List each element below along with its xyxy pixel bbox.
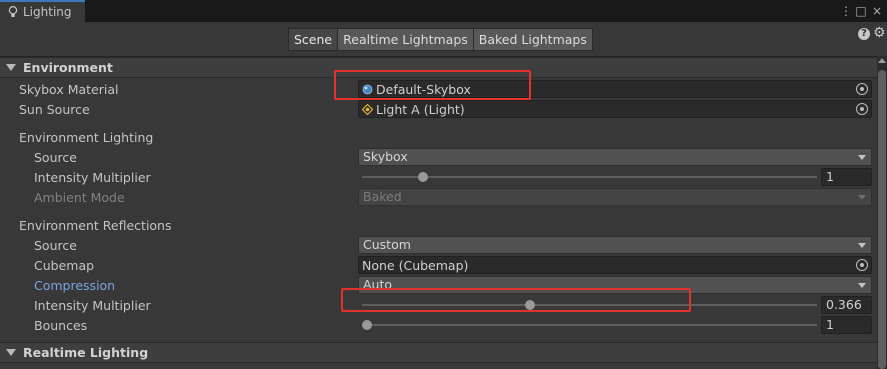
environment-reflections-label: Environment Reflections — [19, 218, 172, 233]
reflections-intensity-input[interactable]: 0.366 — [821, 296, 872, 314]
lighting-window-tab[interactable]: Lighting — [0, 0, 85, 22]
tab-baked-lightmaps[interactable]: Baked Lightmaps — [472, 28, 593, 51]
reflections-source-dropdown[interactable]: Custom — [358, 236, 872, 254]
compression-label: Compression — [34, 278, 116, 293]
realtime-lighting-section-header[interactable]: Realtime Lighting — [0, 342, 877, 363]
lighting-toolbar: Scene Realtime Lightmaps Baked Lightmaps… — [0, 22, 887, 56]
ambient-mode-label: Ambient Mode — [34, 190, 125, 205]
maximize-icon[interactable]: □ — [853, 3, 869, 19]
chevron-down-icon — [858, 243, 866, 248]
window-titlebar: Lighting ⋮ □ × — [0, 0, 887, 22]
chevron-down-icon — [858, 195, 866, 200]
object-picker-icon[interactable] — [856, 83, 868, 95]
sun-source-value: Light A (Light) — [376, 101, 465, 117]
help-icon[interactable]: ? — [858, 28, 870, 40]
environment-section-title: Environment — [23, 60, 113, 75]
bounces-slider[interactable] — [362, 324, 817, 326]
highlight-box-skybox — [334, 70, 531, 100]
chevron-down-icon — [858, 155, 866, 160]
tab-realtime-lightmaps[interactable]: Realtime Lightmaps — [337, 28, 474, 51]
environment-lighting-label: Environment Lighting — [19, 130, 154, 145]
ambient-mode-dropdown: Baked — [358, 188, 872, 206]
lighting-source-label: Source — [34, 150, 77, 165]
lighting-source-value: Skybox — [363, 149, 408, 164]
foldout-arrow-icon — [6, 349, 16, 356]
chevron-down-icon — [858, 283, 866, 288]
object-picker-icon[interactable] — [856, 103, 868, 115]
cubemap-field[interactable]: None (Cubemap) — [358, 256, 872, 274]
scrollbar[interactable] — [877, 56, 887, 369]
lighting-intensity-slider[interactable] — [362, 176, 817, 178]
sun-source-label: Sun Source — [19, 102, 90, 117]
lightbulb-icon — [8, 6, 18, 17]
lighting-intensity-slider-thumb[interactable] — [417, 172, 428, 182]
lighting-tab-group: Scene Realtime Lightmaps Baked Lightmaps — [288, 28, 593, 51]
bounces-slider-thumb[interactable] — [362, 320, 372, 330]
lighting-source-dropdown[interactable]: Skybox — [358, 148, 872, 166]
tab-scene[interactable]: Scene — [288, 28, 339, 51]
object-picker-icon[interactable] — [856, 259, 868, 271]
bounces-label: Bounces — [34, 318, 88, 333]
ambient-mode-value: Baked — [363, 189, 402, 204]
bounces-input[interactable]: 1 — [821, 316, 872, 334]
cubemap-value: None (Cubemap) — [362, 257, 469, 273]
cubemap-label: Cubemap — [34, 258, 95, 273]
light-icon — [362, 103, 373, 115]
sun-source-field[interactable]: Light A (Light) — [358, 100, 872, 118]
skybox-material-label: Skybox Material — [19, 82, 119, 97]
foldout-arrow-icon — [6, 64, 16, 71]
realtime-lighting-section-title: Realtime Lighting — [23, 345, 149, 360]
lighting-intensity-label: Intensity Multiplier — [34, 170, 151, 185]
window-tab-title: Lighting — [23, 5, 72, 19]
window-menu-icon[interactable]: ⋮ — [838, 3, 854, 19]
scroll-up-icon[interactable] — [878, 58, 886, 63]
scrollbar-thumb[interactable] — [878, 70, 886, 369]
lighting-intensity-input[interactable]: 1 — [821, 168, 872, 186]
close-icon[interactable]: × — [869, 3, 885, 19]
reflections-intensity-label: Intensity Multiplier — [34, 298, 151, 313]
reflections-source-label: Source — [34, 238, 77, 253]
highlight-box-intensity — [341, 288, 691, 312]
gear-icon[interactable]: ⚙ — [873, 25, 886, 41]
reflections-source-value: Custom — [363, 237, 411, 252]
